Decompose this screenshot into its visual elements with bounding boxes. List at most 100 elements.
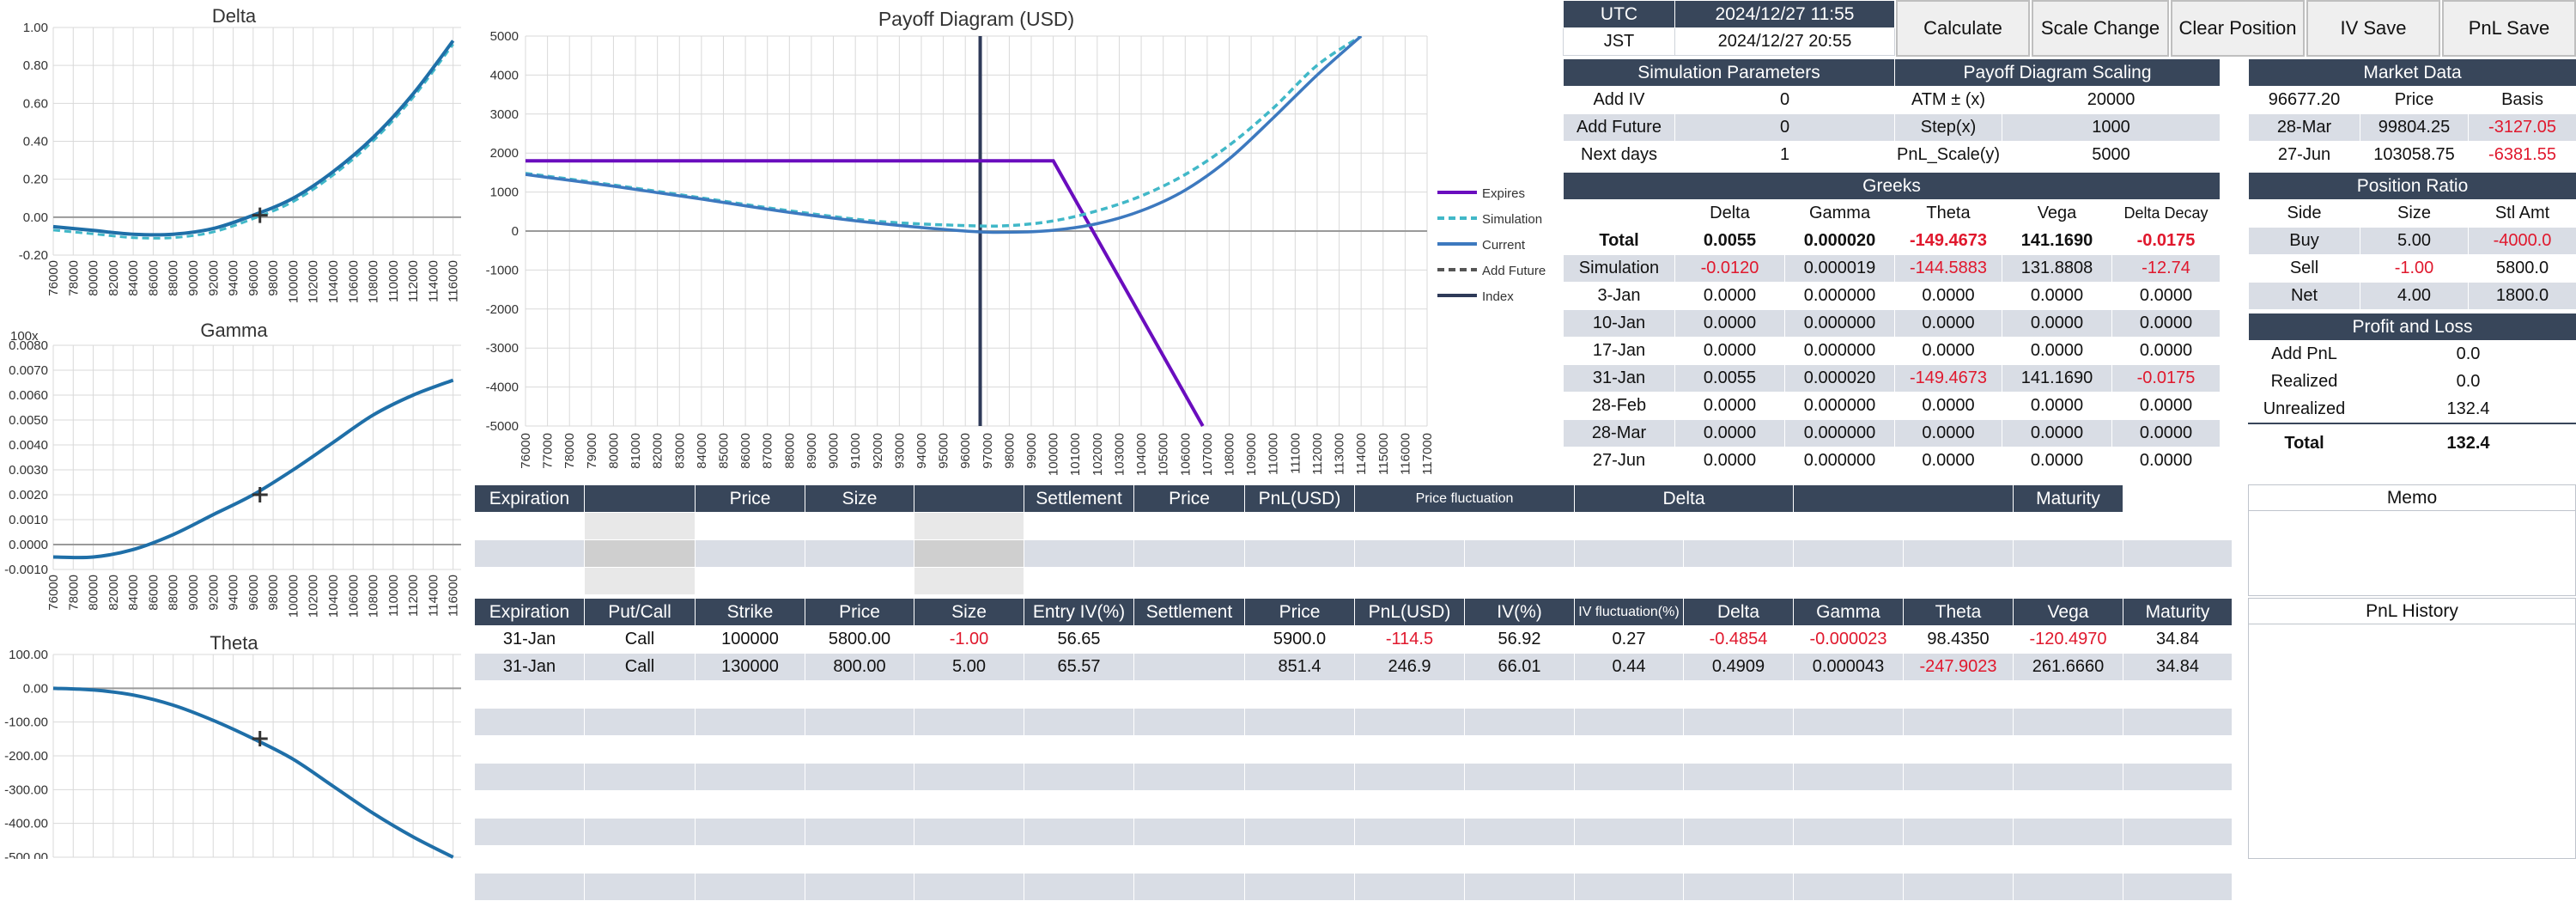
futures-cell[interactable] — [696, 513, 805, 540]
option-cell — [2014, 764, 2123, 791]
option-cell[interactable] — [805, 819, 914, 846]
option-cell[interactable] — [914, 874, 1024, 901]
add-future-input[interactable]: 0 — [1675, 114, 1895, 142]
option-cell[interactable] — [805, 736, 914, 764]
option-cell[interactable]: 31-Jan — [475, 654, 585, 681]
pnl-history-box[interactable]: PnL History — [2248, 598, 2576, 859]
option-cell[interactable]: 100000 — [696, 626, 805, 654]
option-cell[interactable] — [914, 819, 1024, 846]
calculate-button[interactable]: Calculate — [1896, 0, 2030, 57]
option-cell[interactable] — [1024, 846, 1134, 874]
option-cell[interactable] — [1024, 709, 1134, 736]
futures-cell[interactable] — [914, 568, 1024, 595]
memo-box[interactable]: Memo — [2248, 484, 2576, 596]
option-cell[interactable] — [805, 846, 914, 874]
pnl-label: Realized — [2249, 368, 2360, 396]
clear-position-button[interactable]: Clear Position — [2171, 0, 2305, 57]
option-cell[interactable] — [585, 736, 696, 764]
option-cell[interactable] — [914, 791, 1024, 819]
option-cell[interactable] — [914, 764, 1024, 791]
option-cell[interactable]: 5800.00 — [805, 626, 914, 654]
option-cell[interactable] — [696, 819, 805, 846]
option-cell[interactable] — [914, 736, 1024, 764]
option-cell[interactable] — [696, 681, 805, 709]
option-cell[interactable] — [696, 764, 805, 791]
futures-cell[interactable] — [585, 513, 696, 540]
option-cell[interactable] — [696, 874, 805, 901]
futures-cell[interactable] — [475, 513, 585, 540]
add-iv-input[interactable]: 0 — [1675, 87, 1895, 114]
option-cell[interactable]: 5.00 — [914, 654, 1024, 681]
market-data-title: Market Data — [2249, 59, 2576, 87]
futures-cell — [2014, 568, 2123, 595]
option-cell[interactable]: 65.57 — [1024, 654, 1134, 681]
greek-value: -149.4673 — [1895, 365, 2002, 393]
option-cell[interactable] — [585, 791, 696, 819]
step-input[interactable]: 1000 — [2002, 114, 2221, 142]
market-data-table: Market Data 96677.20PriceBasis28-Mar9980… — [2248, 58, 2576, 169]
option-cell[interactable] — [696, 846, 805, 874]
option-cell[interactable] — [805, 681, 914, 709]
futures-cell[interactable] — [475, 540, 585, 568]
option-cell[interactable]: Call — [585, 626, 696, 654]
futures-cell[interactable] — [805, 540, 914, 568]
option-cell[interactable] — [805, 791, 914, 819]
option-cell[interactable] — [914, 681, 1024, 709]
option-cell[interactable] — [475, 791, 585, 819]
x-tick-label: 107000 — [1200, 433, 1215, 476]
option-cell[interactable]: -1.00 — [914, 626, 1024, 654]
option-cell[interactable]: Call — [585, 654, 696, 681]
option-cell[interactable]: 31-Jan — [475, 626, 585, 654]
option-cell[interactable] — [475, 846, 585, 874]
option-cell[interactable] — [914, 709, 1024, 736]
option-cell[interactable]: 130000 — [696, 654, 805, 681]
futures-cell[interactable] — [914, 540, 1024, 568]
futures-cell[interactable] — [805, 513, 914, 540]
futures-cell[interactable] — [805, 568, 914, 595]
futures-cell[interactable] — [585, 540, 696, 568]
pnl-save-button[interactable]: PnL Save — [2442, 0, 2576, 57]
option-cell[interactable] — [1024, 681, 1134, 709]
option-cell[interactable] — [475, 764, 585, 791]
futures-cell[interactable] — [585, 568, 696, 595]
sim-params-title: Simulation Parameters — [1564, 59, 1895, 87]
pnl-scale-input[interactable]: 5000 — [2002, 142, 2221, 169]
option-cell[interactable] — [585, 681, 696, 709]
option-cell[interactable]: 56.65 — [1024, 626, 1134, 654]
option-cell[interactable] — [585, 764, 696, 791]
option-cell[interactable] — [1024, 791, 1134, 819]
option-cell[interactable]: 800.00 — [805, 654, 914, 681]
option-cell[interactable] — [475, 709, 585, 736]
option-cell[interactable] — [585, 819, 696, 846]
option-cell[interactable] — [475, 874, 585, 901]
option-cell[interactable] — [696, 736, 805, 764]
option-cell[interactable] — [475, 819, 585, 846]
option-cell[interactable] — [585, 874, 696, 901]
option-cell[interactable] — [1024, 764, 1134, 791]
next-days-input[interactable]: 1 — [1675, 142, 1895, 169]
option-cell[interactable] — [805, 874, 914, 901]
option-cell[interactable] — [696, 791, 805, 819]
option-cell[interactable] — [475, 736, 585, 764]
option-cell[interactable] — [475, 681, 585, 709]
x-tick-label: 80000 — [87, 260, 101, 296]
option-cell[interactable] — [696, 709, 805, 736]
futures-cell[interactable] — [696, 540, 805, 568]
option-cell[interactable] — [1024, 819, 1134, 846]
option-cell[interactable] — [805, 709, 914, 736]
scale-change-button[interactable]: Scale Change — [2032, 0, 2169, 57]
futures-cell[interactable] — [475, 568, 585, 595]
option-cell[interactable] — [914, 846, 1024, 874]
x-tick-label: 96000 — [958, 433, 973, 469]
futures-cell[interactable] — [696, 568, 805, 595]
option-cell[interactable] — [585, 709, 696, 736]
option-cell[interactable] — [1024, 736, 1134, 764]
option-cell[interactable] — [1024, 874, 1134, 901]
option-cell[interactable] — [805, 764, 914, 791]
iv-save-button[interactable]: IV Save — [2306, 0, 2440, 57]
atm-range-input[interactable]: 20000 — [2002, 87, 2221, 114]
futures-cell[interactable] — [914, 513, 1024, 540]
add-pnl-input[interactable]: 0.0 — [2360, 341, 2576, 368]
option-cell — [1794, 709, 1904, 736]
option-cell[interactable] — [585, 846, 696, 874]
